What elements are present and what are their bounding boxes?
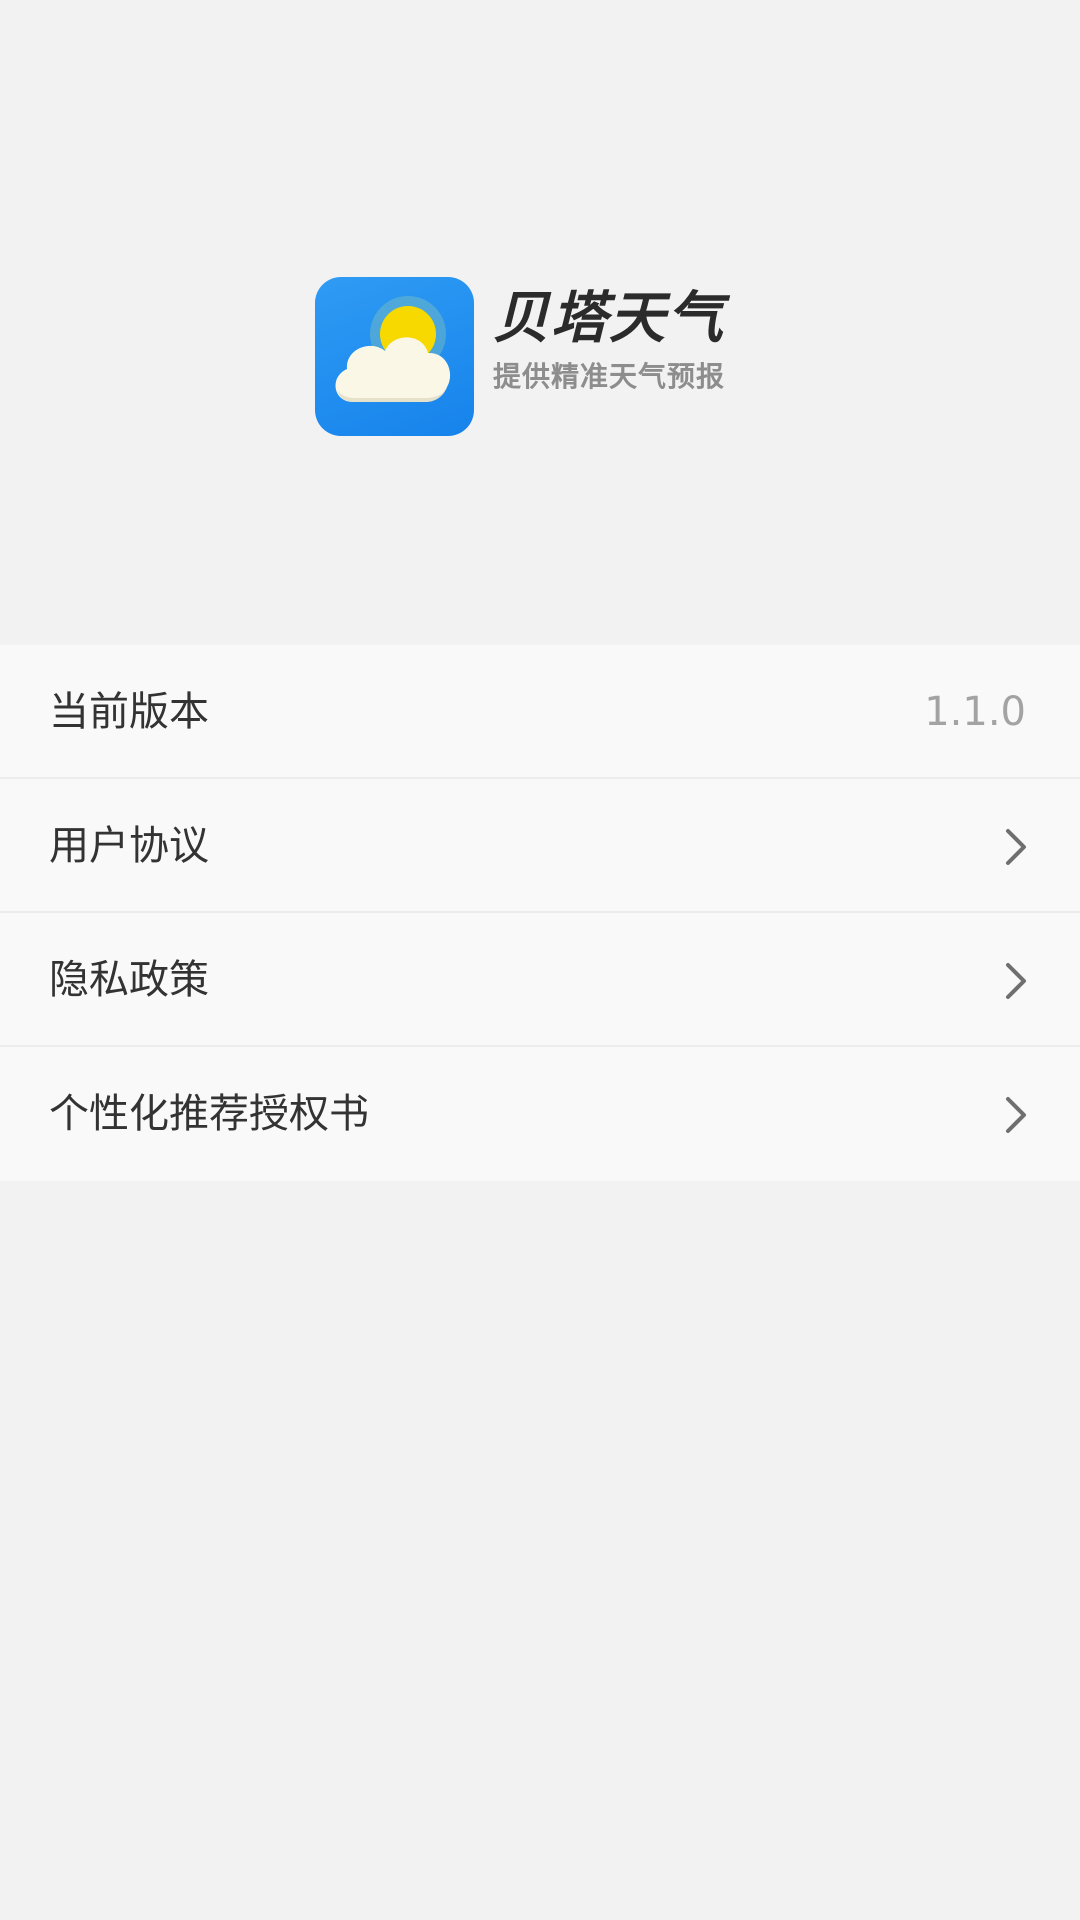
privacy-policy-row[interactable]: 隐私政策	[0, 913, 1080, 1047]
chevron-right-icon	[1006, 963, 1026, 999]
app-brand-header: 贝塔天气 提供精准天气预报	[315, 277, 755, 437]
user-agreement-row[interactable]: 用户协议	[0, 779, 1080, 913]
brand-text: 贝塔天气 提供精准天气预报	[493, 285, 763, 395]
weather-app-icon	[315, 277, 474, 436]
app-name: 贝塔天气	[493, 286, 725, 351]
version-value: 1.1.0	[924, 689, 1026, 735]
user-agreement-label: 用户协议	[49, 823, 209, 869]
chevron-right-icon	[1006, 1097, 1026, 1133]
about-settings-list: 当前版本 1.1.0 用户协议 隐私政策 个性化推荐授权书	[0, 645, 1080, 1181]
personalized-recommendation-label: 个性化推荐授权书	[49, 1091, 369, 1137]
version-row: 当前版本 1.1.0	[0, 645, 1080, 779]
privacy-policy-label: 隐私政策	[49, 957, 209, 1003]
app-slogan: 提供精准天气预报	[493, 360, 726, 393]
version-label: 当前版本	[49, 689, 209, 735]
personalized-recommendation-row[interactable]: 个性化推荐授权书	[0, 1047, 1080, 1181]
chevron-right-icon	[1006, 829, 1026, 865]
